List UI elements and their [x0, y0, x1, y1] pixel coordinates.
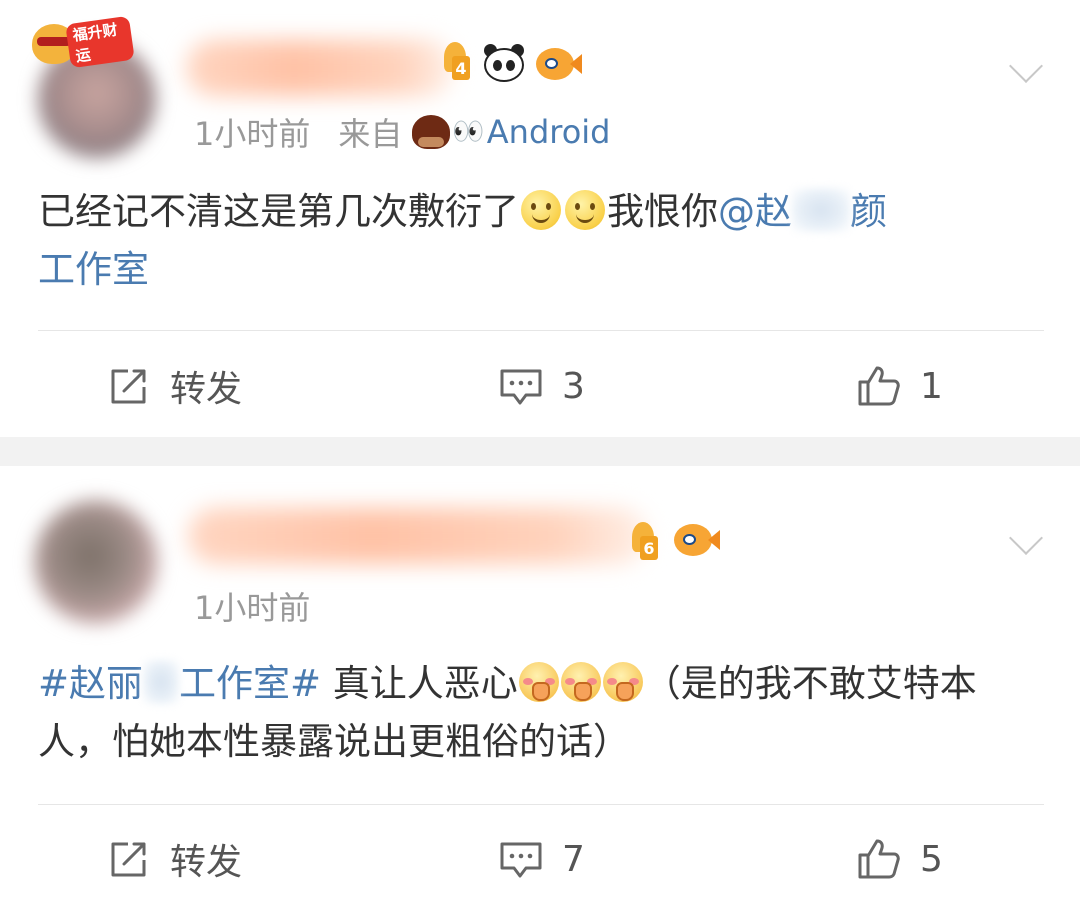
chevron-down-icon[interactable]: [1004, 58, 1048, 82]
post-separator: [0, 437, 1080, 466]
username-blurred[interactable]: [186, 40, 454, 96]
comment-count: 3: [562, 365, 585, 407]
repost-button[interactable]: 转发: [106, 356, 242, 416]
action-bar: 转发 7 5: [0, 829, 1080, 889]
upgrade-badge-label: 福升财运: [65, 15, 135, 69]
avatar[interactable]: [34, 500, 158, 624]
fish-icon[interactable]: [536, 44, 582, 84]
level-number: 4: [452, 56, 470, 80]
panda-eye-icon: [493, 60, 502, 71]
share-square-icon: [111, 842, 146, 877]
panda-eye-icon: [506, 60, 515, 71]
source-badge[interactable]: 👀 Android: [412, 113, 610, 151]
level-badge[interactable]: 4: [444, 42, 470, 82]
post-text: #赵丽 工作室# 真让人恶心 （是的我不敢艾特本人，怕她本性暴露说出更粗俗的话）: [38, 655, 1048, 771]
sunglasses-icon: [37, 37, 71, 46]
divider: [38, 330, 1044, 331]
thumbs-up-icon: [858, 839, 900, 879]
level-badge[interactable]: 6: [632, 522, 658, 562]
like-button[interactable]: 1: [856, 356, 943, 416]
post-time: 1小时前: [194, 589, 311, 627]
comment-button[interactable]: 7: [498, 829, 585, 889]
upgrade-badge: 福升财运: [32, 14, 135, 69]
like-count: 5: [920, 838, 943, 880]
comment-bubble-icon: [500, 842, 542, 878]
source-prefix: 来自: [338, 115, 403, 153]
thumbs-up-icon: [858, 366, 900, 406]
repost-button[interactable]: 转发: [106, 829, 242, 889]
fish-eye-icon: [545, 58, 558, 69]
smile-icon: [521, 190, 561, 230]
redacted-blur: [143, 660, 180, 704]
share-square-icon: [111, 369, 146, 404]
fish-tail-icon: [570, 54, 582, 74]
mention-text: 颜: [850, 190, 887, 233]
repost-label: 转发: [170, 369, 243, 410]
topic-text: 工作室#: [179, 662, 322, 705]
post-meta: 1小时前 来自 👀 Android: [194, 110, 610, 154]
repost-label: 转发: [170, 842, 243, 883]
chestnut-icon: [412, 115, 451, 149]
post-text-part: 已经记不清这是第几次敷衍了: [38, 190, 519, 233]
mention-text: 工作室: [38, 248, 149, 291]
post-time: 1小时前: [194, 115, 311, 153]
post-card: 福升财运 4 1小时前 来自 👀 Android 已经记不清这是第几次敷衍了 我恨…: [0, 0, 1080, 437]
post-meta: 1小时前: [194, 584, 310, 628]
source-name[interactable]: Android: [487, 113, 611, 151]
action-bar: 转发 3 1: [0, 356, 1080, 416]
comment-button[interactable]: 3: [498, 356, 585, 416]
comment-count: 7: [562, 838, 585, 880]
sick-face-icon: [602, 662, 643, 702]
redacted-blur: [792, 188, 850, 232]
comment-bubble-icon: [500, 369, 542, 405]
post-text: 已经记不清这是第几次敷衍了 我恨你@赵 颜工作室: [38, 183, 1048, 299]
divider: [38, 804, 1044, 805]
topic-text: #赵丽: [38, 662, 144, 705]
panda-icon[interactable]: [482, 44, 526, 84]
post-text-part: 真让人恶心: [321, 662, 518, 705]
smile-icon: [565, 190, 605, 230]
fish-eye-icon: [683, 534, 696, 545]
post-card: 6 1小时前 #赵丽 工作室# 真让人恶心 （是的我不敢艾特本人，怕她本性暴露说出更…: [0, 466, 1080, 915]
sick-face-icon: [560, 662, 601, 702]
fish-tail-icon: [708, 530, 720, 550]
post-text-part: 我恨你: [607, 190, 718, 233]
username-blurred[interactable]: [188, 508, 648, 564]
mention-text: @赵: [718, 190, 792, 233]
fish-icon[interactable]: [674, 520, 720, 560]
like-count: 1: [920, 365, 943, 407]
topic-link[interactable]: #赵丽 工作室#: [38, 660, 322, 705]
eyes-icon: 👀: [452, 117, 485, 147]
level-number: 6: [640, 536, 658, 560]
like-button[interactable]: 5: [856, 829, 943, 889]
chevron-down-icon[interactable]: [1004, 530, 1048, 554]
panda-face-icon: [484, 48, 524, 82]
sick-face-icon: [518, 662, 559, 702]
